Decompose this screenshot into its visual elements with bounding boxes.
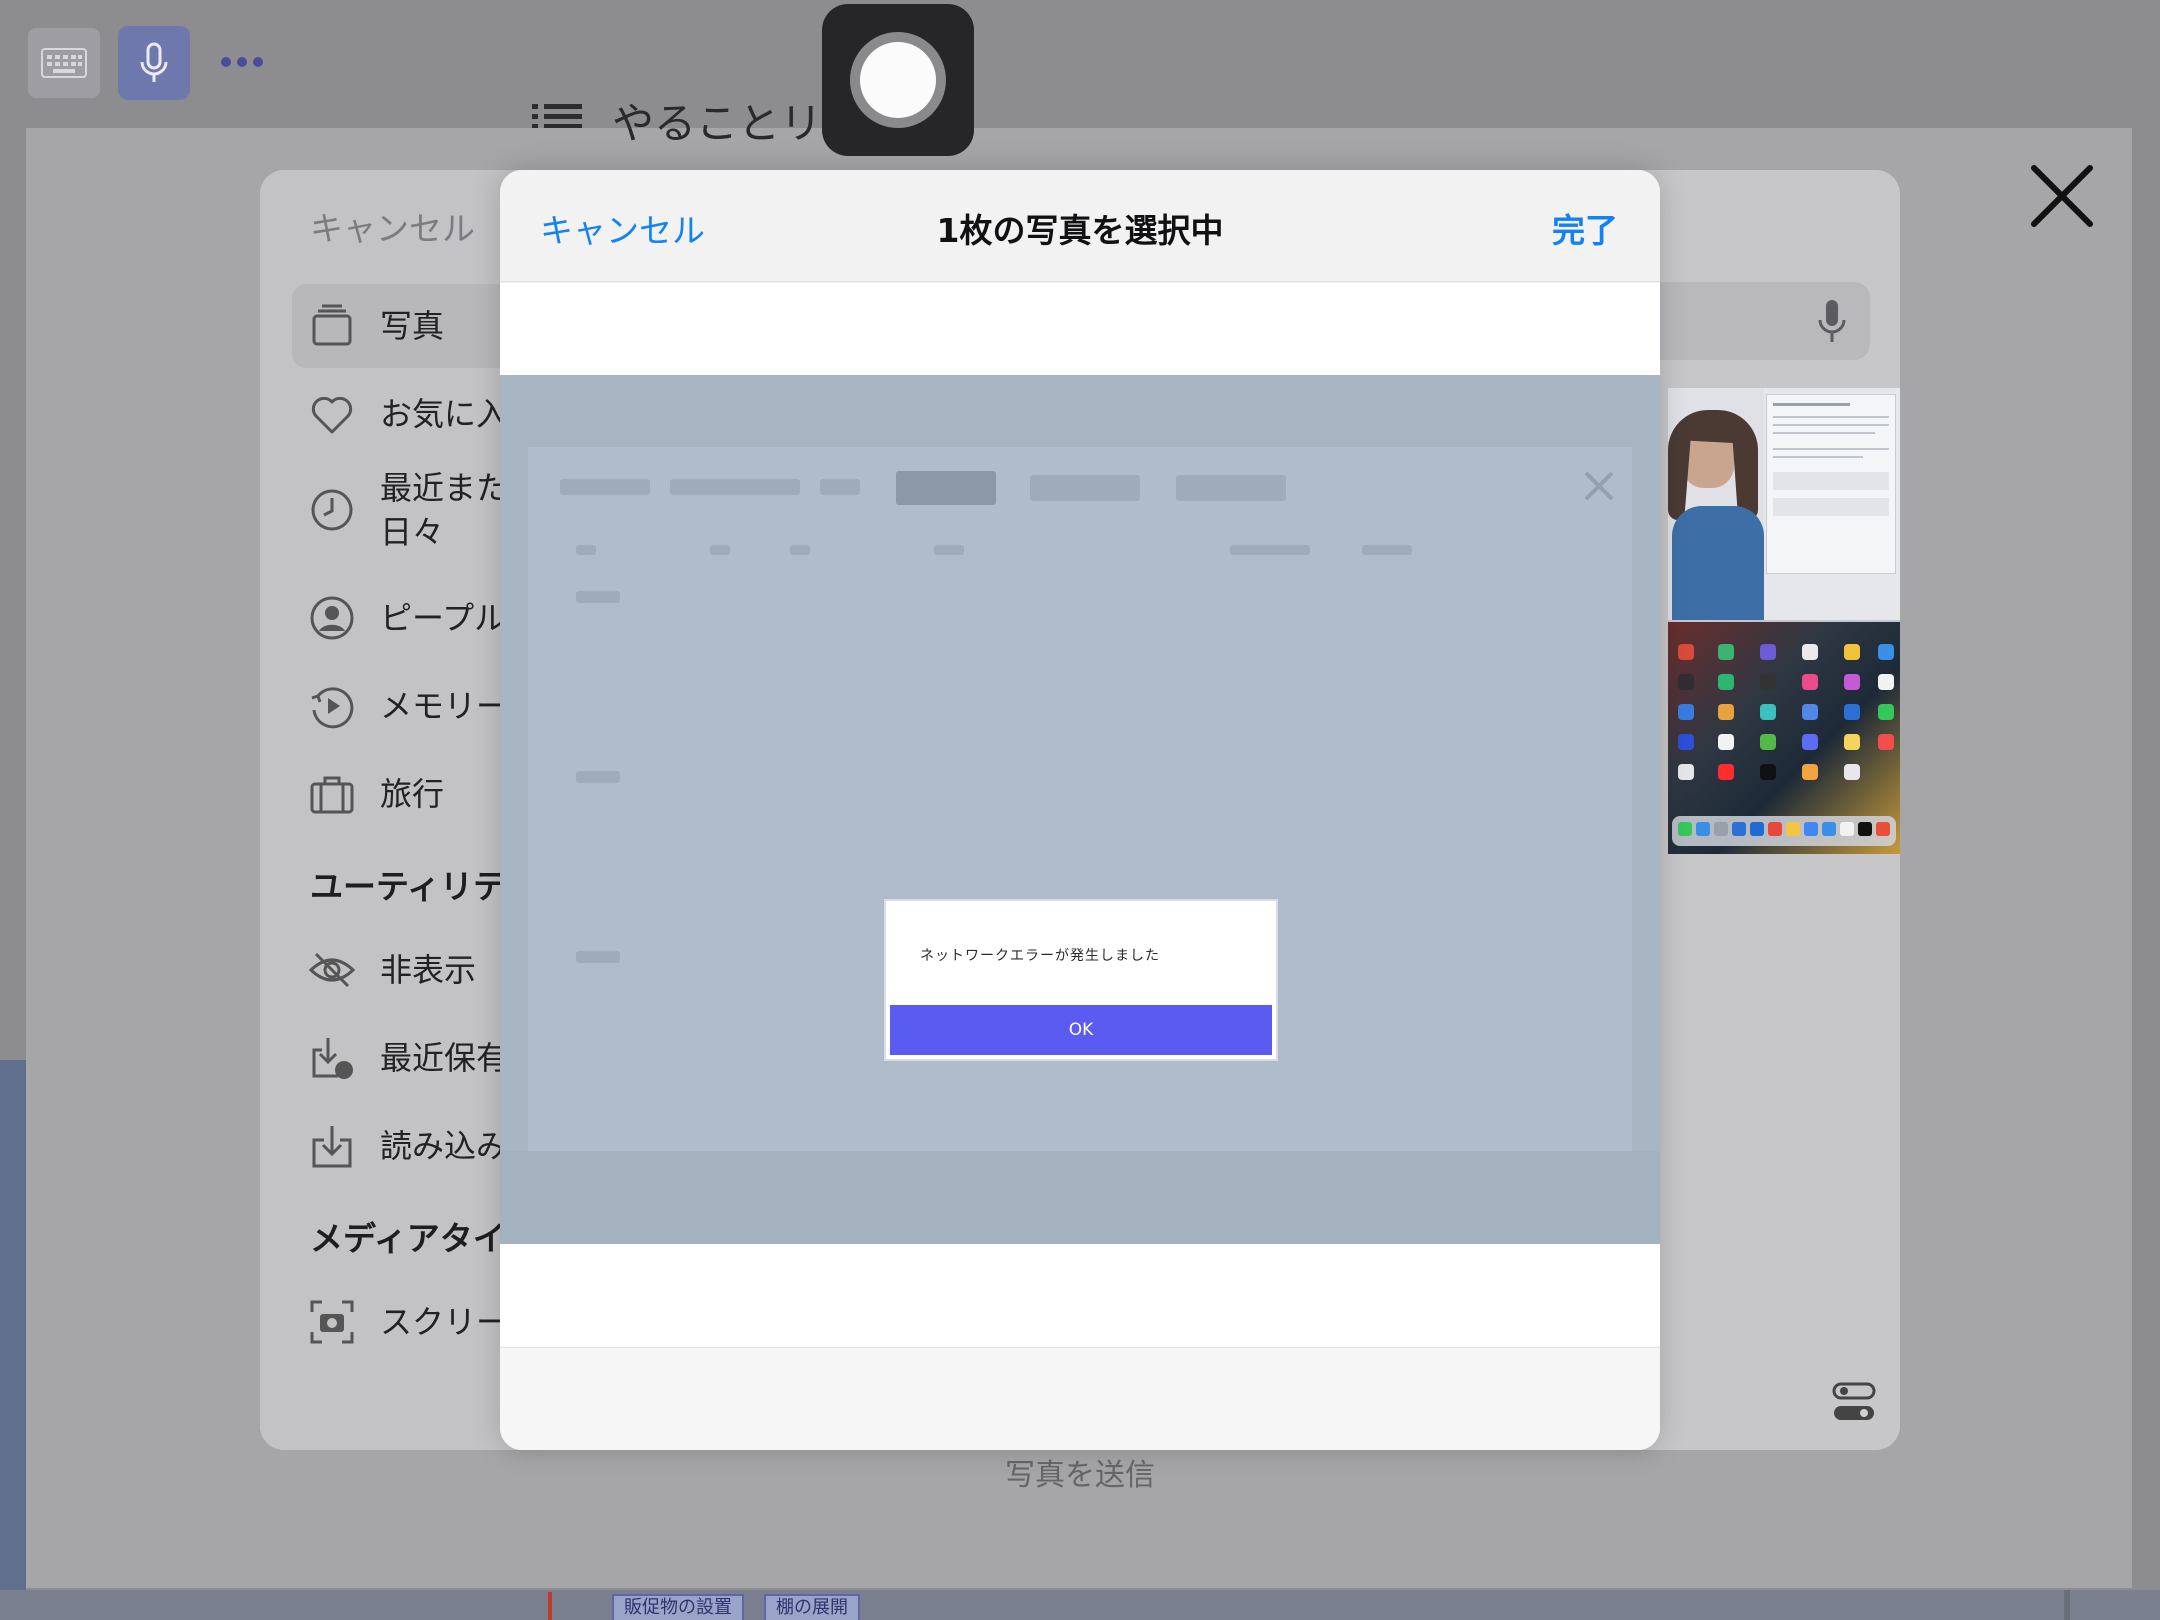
preview-ghost-text bbox=[934, 545, 964, 555]
sidebar-item-label: 旅行 bbox=[380, 775, 445, 813]
preview-ghost-text bbox=[670, 479, 800, 495]
preview-ghost-button bbox=[896, 471, 996, 505]
sidebar-item-screenshots[interactable]: スクリー bbox=[308, 1298, 508, 1346]
preview-ghost-select bbox=[1176, 475, 1286, 501]
alert-ok-button[interactable]: OK bbox=[890, 1005, 1272, 1055]
sidebar-item-favorites[interactable]: お気に入 bbox=[308, 390, 508, 438]
keyboard-button[interactable] bbox=[28, 28, 100, 98]
background-bottom-bar bbox=[0, 1590, 2160, 1620]
person-icon bbox=[310, 596, 354, 640]
close-icon bbox=[2031, 165, 2093, 227]
background-scroll-indicator bbox=[2064, 1590, 2070, 1620]
photo-thumbnail-homescreen[interactable] bbox=[1668, 622, 1900, 854]
sidebar-item-trips[interactable]: 旅行 bbox=[308, 770, 444, 818]
clock-icon bbox=[311, 489, 353, 531]
sidebar-item-photos[interactable]: 写真 bbox=[308, 302, 444, 350]
background-marker bbox=[548, 1592, 552, 1620]
sidebar-item-label: メモリー bbox=[380, 687, 509, 725]
sidebar-item-label: 最近保有 bbox=[380, 1039, 509, 1077]
suitcase-icon bbox=[310, 776, 354, 814]
more-dot-icon bbox=[253, 57, 263, 67]
background-chip-display: 販促物の設置 bbox=[612, 1594, 744, 1620]
send-photo-button[interactable]: 写真を送信 bbox=[862, 1450, 1298, 1494]
photo-selection-dialog: 1枚の写真を選択中 キャンセル 完了 ネットワークエラーが発生しました OK bbox=[500, 170, 1660, 1450]
section-header-utilities: ユーティリテ bbox=[310, 867, 507, 906]
screenshot-icon bbox=[310, 1300, 354, 1344]
more-dot-icon bbox=[237, 57, 247, 67]
dialog-content-top bbox=[500, 283, 1660, 375]
sidebar-item-label: スクリー bbox=[380, 1303, 509, 1341]
sidebar-item-label: ピープル bbox=[380, 599, 507, 637]
preview-ghost-text bbox=[576, 545, 596, 555]
dialog-content-bottom bbox=[500, 1244, 1660, 1348]
photo-thumbnail-portrait[interactable] bbox=[1668, 388, 1900, 620]
thumbnail-jacket bbox=[1672, 506, 1764, 620]
preview-ghost-text bbox=[820, 479, 860, 495]
photos-stack-icon bbox=[312, 304, 352, 346]
preview-ghost-text bbox=[576, 951, 620, 963]
sidebar-item-label: 非表示 bbox=[380, 951, 477, 989]
section-header-media-types: メディアタイ bbox=[310, 1219, 506, 1258]
network-error-alert: ネットワークエラーが発生しました OK bbox=[884, 899, 1278, 1061]
preview-ghost-text bbox=[576, 771, 620, 783]
preview-ghost-text bbox=[560, 479, 650, 495]
keyboard-icon bbox=[41, 48, 87, 78]
close-button[interactable] bbox=[2030, 164, 2094, 228]
sidebar-item-label: 最近また 日々 bbox=[380, 466, 508, 554]
preview-close-icon bbox=[1584, 471, 1614, 501]
preview-ghost-text bbox=[576, 591, 620, 603]
more-options-button[interactable] bbox=[212, 40, 272, 84]
preview-ghost-text bbox=[710, 545, 730, 555]
screen-record-button[interactable] bbox=[822, 4, 974, 156]
sidebar-item-people[interactable]: ピープル bbox=[308, 594, 506, 642]
sidebar-item-recent[interactable]: 最近また 日々 bbox=[308, 466, 508, 554]
more-dot-icon bbox=[221, 57, 231, 67]
sidebar-item-label: お気に入 bbox=[380, 395, 509, 433]
sidebar-item-memories[interactable]: メモリー bbox=[308, 682, 508, 730]
selected-photo-preview[interactable]: ネットワークエラーが発生しました OK bbox=[500, 375, 1660, 1244]
eye-slash-icon bbox=[308, 952, 356, 988]
dictation-button[interactable] bbox=[118, 26, 190, 100]
picker-cancel-button[interactable]: キャンセル bbox=[310, 202, 475, 250]
preview-bottom-area bbox=[500, 1151, 1660, 1244]
sidebar-item-hidden[interactable]: 非表示 bbox=[308, 946, 476, 994]
preview-ghost-text bbox=[1362, 545, 1412, 555]
heart-icon bbox=[311, 396, 353, 434]
microphone-icon[interactable] bbox=[1816, 298, 1848, 344]
record-icon bbox=[850, 32, 946, 128]
preview-ghost-select bbox=[1030, 475, 1140, 501]
sidebar-item-imports[interactable]: 読み込み bbox=[308, 1122, 508, 1170]
sidebar-item-label-line2: 日々 bbox=[380, 513, 445, 551]
dialog-footer bbox=[500, 1349, 1660, 1450]
preview-ghost-text bbox=[1230, 545, 1310, 555]
list-icon bbox=[532, 104, 582, 128]
preview-ghost-text bbox=[790, 545, 810, 555]
sidebar-item-recently-saved[interactable]: 最近保有 bbox=[308, 1034, 508, 1082]
thumbnail-document bbox=[1766, 394, 1896, 574]
homescreen-app-icons bbox=[1672, 644, 1896, 846]
done-button[interactable]: 完了 bbox=[1552, 204, 1618, 252]
sidebar-item-label: 写真 bbox=[380, 307, 445, 345]
sidebar-item-label-line1: 最近また bbox=[380, 469, 509, 507]
import-icon bbox=[312, 1126, 352, 1168]
recently-saved-icon bbox=[312, 1038, 353, 1079]
background-chip-shelf: 棚の展開 bbox=[764, 1594, 860, 1620]
error-message: ネットワークエラーが発生しました bbox=[920, 948, 1160, 964]
sidebar-item-label: 読み込み bbox=[380, 1127, 509, 1165]
microphone-icon bbox=[140, 42, 168, 82]
memories-play-icon bbox=[311, 687, 354, 729]
cancel-button[interactable]: キャンセル bbox=[540, 204, 705, 252]
background-left-strip bbox=[0, 1060, 26, 1620]
toggle-settings-icon[interactable] bbox=[1832, 1380, 1876, 1424]
